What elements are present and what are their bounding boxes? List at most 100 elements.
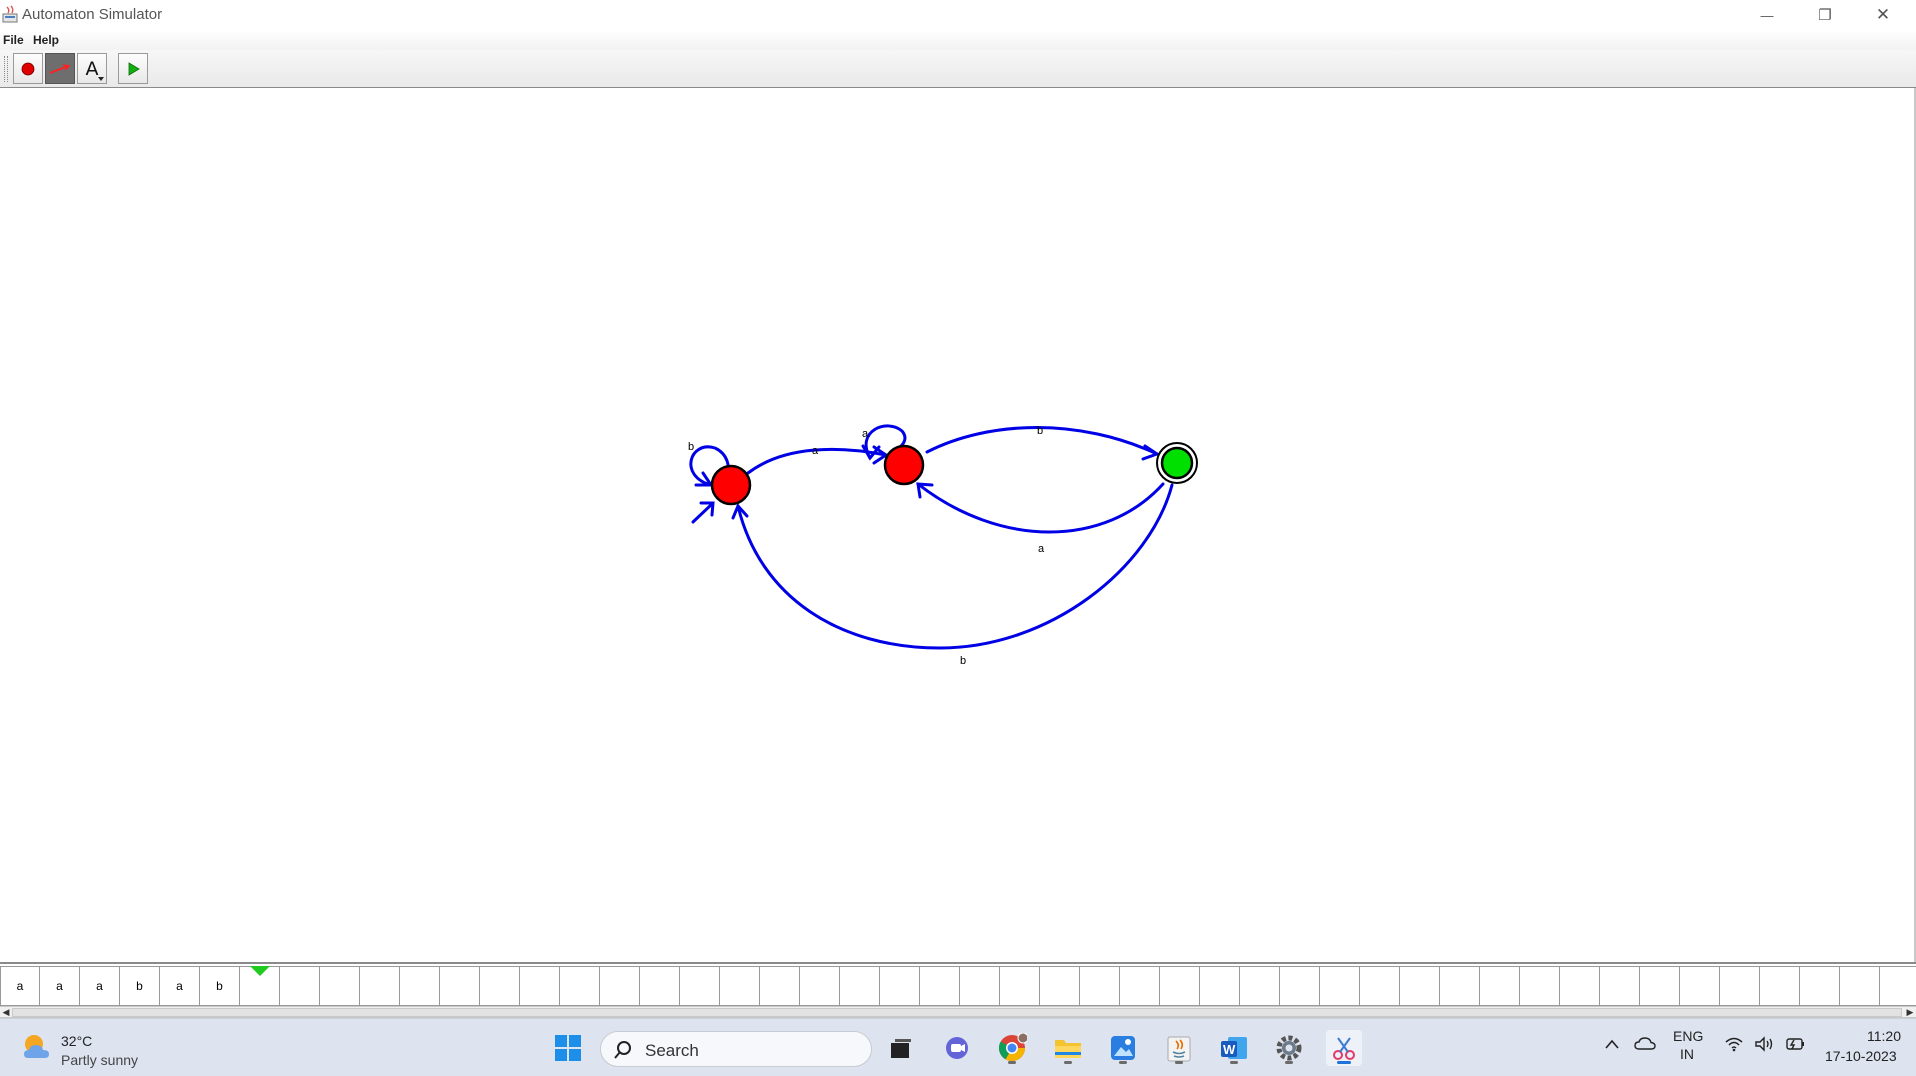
task-view-button[interactable]: [883, 1030, 919, 1066]
tape-cell[interactable]: [1200, 966, 1240, 1006]
add-state-tool-button[interactable]: [13, 53, 43, 84]
taskbar: 32°C Partly sunny Search W ENG IN 11:20 …: [0, 1018, 1916, 1076]
scroll-thumb[interactable]: [12, 1008, 1902, 1017]
running-indicator: [1008, 1061, 1016, 1064]
menu-help[interactable]: Help: [33, 33, 59, 47]
tape-cell[interactable]: [680, 966, 720, 1006]
tape-scrollbar[interactable]: ◀ ▶: [0, 1006, 1916, 1018]
toolbar-grip[interactable]: [4, 56, 8, 82]
tape-cell[interactable]: [280, 966, 320, 1006]
search-icon: [614, 1041, 631, 1059]
state-q1[interactable]: [883, 444, 925, 486]
tape-cell[interactable]: [720, 966, 760, 1006]
state-q0[interactable]: [710, 464, 752, 506]
tape-cell[interactable]: [880, 966, 920, 1006]
settings-button[interactable]: [1271, 1030, 1307, 1066]
state-q2[interactable]: [1160, 446, 1194, 480]
tape-cell[interactable]: [800, 966, 840, 1006]
tape-cell[interactable]: b: [200, 966, 240, 1006]
tape-cell[interactable]: [440, 966, 480, 1006]
tape-cell[interactable]: [1000, 966, 1040, 1006]
tape-cell[interactable]: a: [80, 966, 120, 1006]
menu-file[interactable]: File: [3, 33, 24, 47]
tape-cell[interactable]: [1800, 966, 1840, 1006]
tape-cell[interactable]: [360, 966, 400, 1006]
tape-cell[interactable]: [1840, 966, 1880, 1006]
scroll-right-icon[interactable]: ▶: [1904, 1007, 1916, 1018]
tape-cell[interactable]: [1520, 966, 1560, 1006]
scroll-left-icon[interactable]: ◀: [0, 1007, 12, 1018]
snipping-tool-icon: [1333, 1037, 1355, 1060]
clock-time[interactable]: 11:20: [1867, 1028, 1901, 1044]
tape-cell[interactable]: [400, 966, 440, 1006]
tape-cell[interactable]: [1080, 966, 1120, 1006]
tape-cell[interactable]: [920, 966, 960, 1006]
chrome-button[interactable]: [994, 1030, 1030, 1066]
taskbar-search-box[interactable]: Search: [600, 1031, 872, 1067]
language-code[interactable]: ENG: [1673, 1028, 1703, 1044]
wifi-icon: [1725, 1037, 1743, 1052]
tape-cell[interactable]: [1240, 966, 1280, 1006]
photos-button[interactable]: [1105, 1030, 1141, 1066]
add-text-tool-button[interactable]: A: [77, 53, 107, 84]
tape-cell[interactable]: [1600, 966, 1640, 1006]
tape-head-marker: [250, 966, 270, 976]
tape-cell[interactable]: [840, 966, 880, 1006]
tape-cell[interactable]: [1760, 966, 1800, 1006]
file-explorer-button[interactable]: [1050, 1030, 1086, 1066]
snipping-tool-button[interactable]: [1326, 1030, 1362, 1066]
java-button[interactable]: [1161, 1030, 1197, 1066]
file-explorer-icon: [1055, 1040, 1081, 1058]
dropdown-caret-icon: [98, 77, 104, 81]
tape-cell[interactable]: [520, 966, 560, 1006]
restore-icon: ❐: [1818, 7, 1832, 24]
tape-cell[interactable]: [1560, 966, 1600, 1006]
tape-cell[interactable]: [1680, 966, 1720, 1006]
tape-cell[interactable]: [1480, 966, 1520, 1006]
tape-cell[interactable]: [1640, 966, 1680, 1006]
tape-cell[interactable]: [480, 966, 520, 1006]
tape-cell[interactable]: [1880, 966, 1916, 1006]
add-transition-tool-button[interactable]: [45, 53, 75, 84]
tape-cell[interactable]: [1120, 966, 1160, 1006]
battery-button[interactable]: [1784, 1036, 1806, 1055]
automaton-canvas[interactable]: b a a b a b: [0, 88, 1916, 962]
tape-cell[interactable]: a: [40, 966, 80, 1006]
tape-cell[interactable]: b: [120, 966, 160, 1006]
teams-chat-button[interactable]: [939, 1030, 975, 1066]
restore-button[interactable]: ❐: [1796, 0, 1854, 30]
tape-cell[interactable]: [1440, 966, 1480, 1006]
tape-cell[interactable]: a: [160, 966, 200, 1006]
minimize-button[interactable]: —: [1738, 0, 1796, 30]
tape-cell[interactable]: [640, 966, 680, 1006]
word-button[interactable]: W: [1216, 1030, 1252, 1066]
volume-button[interactable]: [1754, 1036, 1776, 1055]
teams-chat-icon: [946, 1037, 968, 1059]
tape-cell[interactable]: [320, 966, 360, 1006]
onedrive-button[interactable]: [1634, 1036, 1656, 1053]
tape-cell[interactable]: [1720, 966, 1760, 1006]
speaker-icon: [1755, 1036, 1773, 1052]
tape-cell[interactable]: [1160, 966, 1200, 1006]
windows-start-button[interactable]: [550, 1030, 586, 1066]
tape-cell[interactable]: [1040, 966, 1080, 1006]
automaton-graph: b a a b a b: [688, 424, 1198, 667]
tape-cell[interactable]: a: [0, 966, 40, 1006]
tape-cell[interactable]: [560, 966, 600, 1006]
tape-cell[interactable]: [600, 966, 640, 1006]
settings-icon: [1276, 1035, 1302, 1061]
tape-cell[interactable]: [760, 966, 800, 1006]
show-hidden-icons-button[interactable]: [1604, 1037, 1620, 1053]
run-tool-button[interactable]: [118, 53, 148, 84]
tape-cell[interactable]: [1360, 966, 1400, 1006]
tape-cell[interactable]: [1320, 966, 1360, 1006]
clock-date[interactable]: 17-10-2023: [1825, 1048, 1897, 1064]
network-button[interactable]: [1724, 1036, 1744, 1055]
language-region[interactable]: IN: [1680, 1046, 1694, 1062]
label-q2-q1: a: [1038, 543, 1045, 555]
tape-cell[interactable]: [1280, 966, 1320, 1006]
partly-sunny-icon[interactable]: [20, 1031, 54, 1063]
close-button[interactable]: ✕: [1854, 0, 1912, 30]
tape-cell[interactable]: [1400, 966, 1440, 1006]
tape-cell[interactable]: [960, 966, 1000, 1006]
